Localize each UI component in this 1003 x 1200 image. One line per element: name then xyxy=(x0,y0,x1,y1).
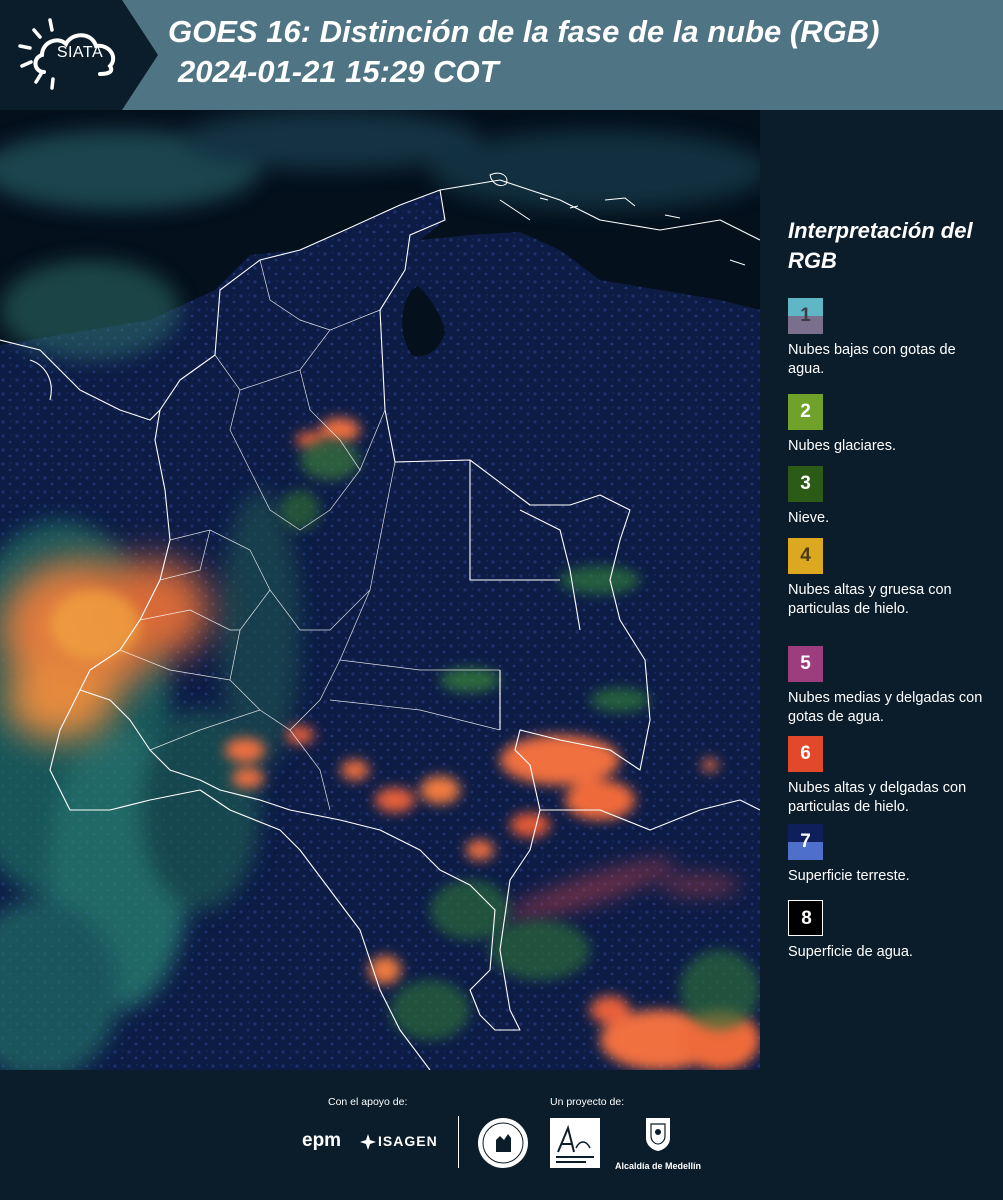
footer-divider xyxy=(458,1116,459,1168)
legend-label: Nubes glaciares. xyxy=(788,438,896,454)
legend-label: Superficie terreste. xyxy=(788,868,910,884)
legend-item-6: 6 Nubes altas y delgadas con particulas d… xyxy=(788,736,988,817)
legend-number: 3 xyxy=(800,473,811,494)
legend-number: 2 xyxy=(800,401,811,422)
legend-item-4: 4 Nubes altas y gruesa con particulas de … xyxy=(788,538,988,619)
legend-number: 8 xyxy=(801,908,812,929)
legend-item-8: 8 Superficie de agua. xyxy=(788,900,988,962)
legend-swatch: 2 xyxy=(788,394,823,430)
legend-number: 4 xyxy=(800,545,811,566)
legend-swatch: 6 xyxy=(788,736,823,772)
project-caption: Un proyecto de: xyxy=(550,1096,625,1108)
epm-logo: epm xyxy=(302,1130,342,1151)
siata-logo: SIATA xyxy=(0,0,160,110)
legend-number: 7 xyxy=(800,831,811,852)
satellite-map xyxy=(0,110,760,1070)
legend-swatch: 1 xyxy=(788,298,823,334)
legend-label: Nubes altas y gruesa con particulas de h… xyxy=(788,582,952,617)
legend-item-2: 2 Nubes glaciares. xyxy=(788,394,988,456)
legend-item-1: 1 Nubes bajas con gotas de agua. xyxy=(788,298,988,379)
legend-label: Nubes medias y delgadas con gotas de agu… xyxy=(788,690,983,725)
alcaldia-shield-icon xyxy=(646,1118,670,1151)
partner-seal-icon xyxy=(478,1118,528,1168)
footer: Con el apoyo de: Un proyecto de: epm ISA… xyxy=(0,1070,1003,1200)
legend-item-5: 5 Nubes medias y delgadas con gotas de ag… xyxy=(788,646,988,727)
rgb-legend: Interpretación del RGB 1 Nubes bajas con … xyxy=(788,216,988,960)
page-timestamp: 2024-01-21 15:29 COT xyxy=(178,54,499,89)
legend-title: Interpretación del RGB xyxy=(788,218,973,273)
legend-swatch: 4 xyxy=(788,538,823,574)
legend-number: 1 xyxy=(800,305,811,326)
legend-number: 6 xyxy=(800,743,811,764)
isagen-logo: ISAGEN xyxy=(378,1133,438,1149)
legend-swatch: 3 xyxy=(788,466,823,502)
legend-item-3: 3 Nieve. xyxy=(788,466,988,528)
page-title: GOES 16: Distinción de la fase de la nub… xyxy=(168,14,880,49)
header-bar: SIATA GOES 16: Distinción de la fase de … xyxy=(0,0,1003,110)
legend-label: Nubes altas y delgadas con particulas de… xyxy=(788,780,967,815)
alcaldia-logo: Alcaldía de Medellín xyxy=(612,1116,704,1171)
area-metropolitana-logo xyxy=(550,1118,600,1168)
support-caption: Con el apoyo de: xyxy=(328,1096,408,1108)
legend-item-7: 7 Superficie terreste. xyxy=(788,824,988,886)
legend-label: Superficie de agua. xyxy=(788,944,913,960)
legend-number: 5 xyxy=(800,653,811,674)
legend-swatch: 8 xyxy=(788,900,823,936)
legend-label: Nubes bajas con gotas de agua. xyxy=(788,342,956,377)
isagen-icon xyxy=(360,1134,376,1150)
alcaldia-label: Alcaldía de Medellín xyxy=(614,1161,702,1171)
legend-label: Nieve. xyxy=(788,510,830,526)
logo-text: SIATA xyxy=(56,44,104,61)
legend-swatch: 5 xyxy=(788,646,823,682)
legend-swatch: 7 xyxy=(788,824,823,860)
